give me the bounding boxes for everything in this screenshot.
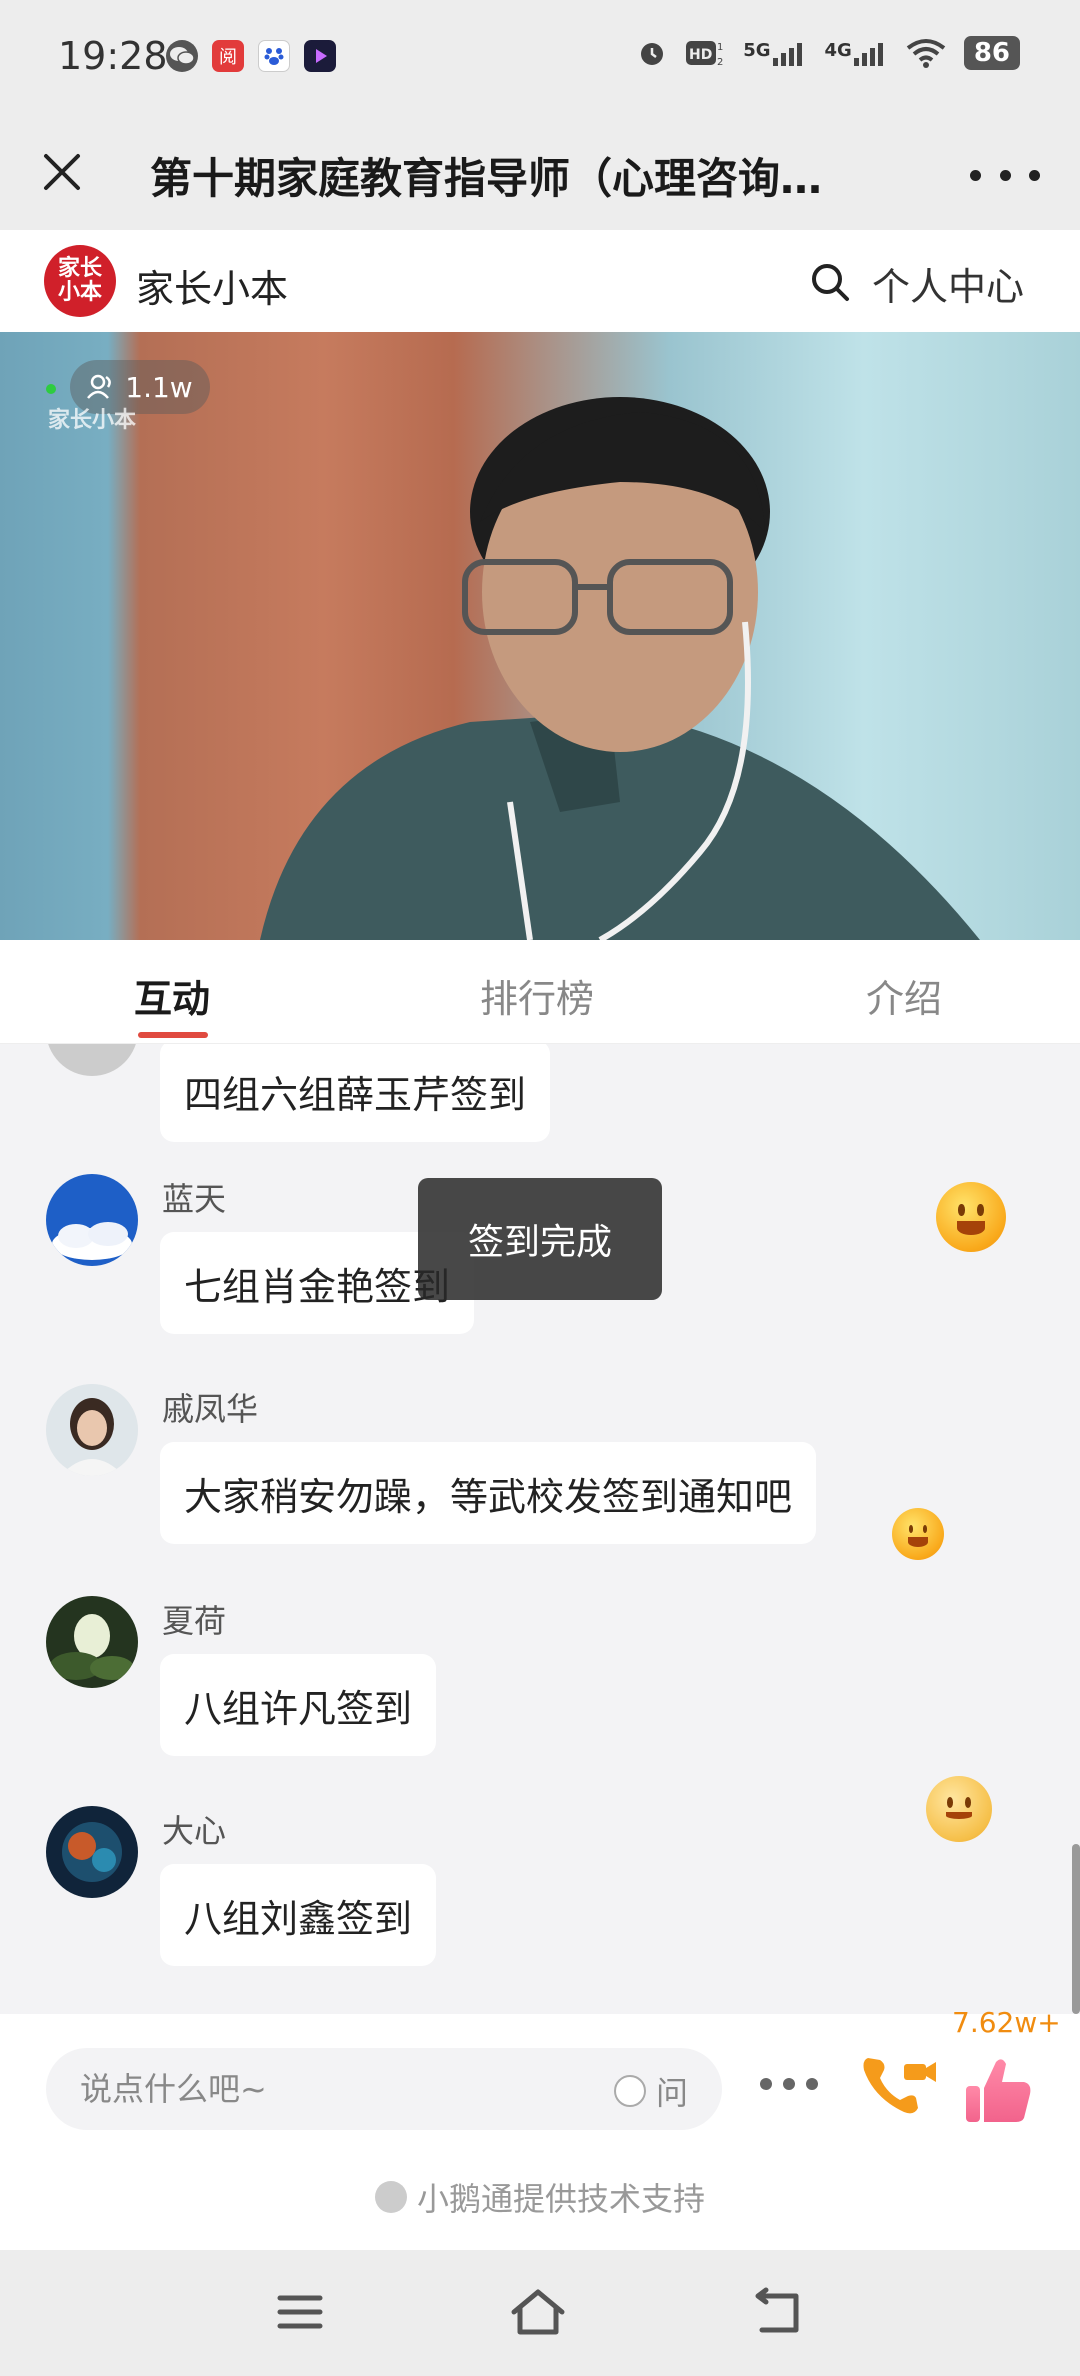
message-bubble: 大家稍安勿躁，等武校发签到通知吧 <box>160 1442 817 1544</box>
ask-question-toggle[interactable]: 问 <box>613 2068 688 2114</box>
hd-icon: HD 1 2 <box>686 41 724 68</box>
call-button[interactable] <box>858 2050 938 2120</box>
title-bar: 第十期家庭教育指导师（心理咨询… <box>0 115 1080 230</box>
video-watermark: 家长小本 <box>48 408 137 433</box>
chat-message: 夏荷 八组许凡签到 <box>0 1596 1080 1796</box>
chat-message: 大心 八组刘鑫签到 <box>0 1806 1080 2006</box>
chat-scrollbar[interactable] <box>1072 1844 1080 2014</box>
search-button[interactable] <box>808 260 852 304</box>
xiaoe-logo-icon <box>374 2181 407 2213</box>
tech-support-text: 小鹅通提供技术支持 <box>416 2180 705 2218</box>
svg-text:1: 1 <box>717 42 723 53</box>
tab-interaction[interactable]: 互动 <box>134 968 210 1023</box>
avatar[interactable] <box>46 1384 138 1476</box>
presenter-image <box>260 397 980 940</box>
smile-emoji-icon <box>936 1182 1006 1252</box>
tech-support-note: 小鹅通提供技术支持 <box>0 2174 1080 2220</box>
battery-level: 86 <box>963 36 1020 70</box>
close-button[interactable] <box>30 140 94 204</box>
like-button[interactable] <box>962 2054 1034 2126</box>
sender-name: 大心 <box>162 1812 227 1850</box>
personal-center-link[interactable]: 个人中心 <box>872 256 1024 311</box>
more-dot <box>760 2078 772 2090</box>
signal-5g-label: 5G <box>743 40 771 61</box>
back-nav-button[interactable] <box>750 2286 806 2338</box>
comment-input-box[interactable]: 问 <box>46 2048 722 2130</box>
active-tab-indicator <box>138 1032 208 1038</box>
svg-text:2: 2 <box>717 57 723 68</box>
thumbs-up-icon <box>966 2059 1031 2122</box>
message-bubble: 四组六组薛玉芹签到 <box>160 1044 551 1142</box>
wifi-icon <box>906 39 946 68</box>
alarm-icon <box>641 43 664 65</box>
tab-bar: 互动 排行榜 介绍 <box>0 940 1080 1044</box>
search-icon <box>812 264 849 301</box>
message-bubble: 八组许凡签到 <box>160 1654 437 1756</box>
home-icon <box>511 2289 565 2335</box>
tab-introduction[interactable]: 介绍 <box>866 968 942 1023</box>
avatar[interactable] <box>46 1596 138 1688</box>
smile-emoji-icon <box>892 1508 944 1560</box>
menu-icon <box>277 2295 323 2329</box>
sender-name: 蓝天 <box>162 1180 227 1218</box>
video-app-icon <box>304 40 336 72</box>
status-indicators: HD 1 2 5G 4G 86 <box>637 36 1020 70</box>
message-bubble: 八组刘鑫签到 <box>160 1864 437 1966</box>
tab-leaderboard[interactable]: 排行榜 <box>480 968 594 1023</box>
back-icon <box>755 2287 799 2333</box>
more-menu-button[interactable] <box>970 145 1040 205</box>
brand-logo[interactable]: 家长 小本 <box>44 245 116 317</box>
live-video-player[interactable]: 1.1w 家长小本 <box>0 332 1080 940</box>
more-dot <box>1029 169 1040 181</box>
comment-input[interactable] <box>80 2048 600 2130</box>
viewers-icon <box>87 374 112 399</box>
chat-message: 四组六组薛玉芹签到 <box>0 1044 1080 1164</box>
more-dot <box>970 169 981 181</box>
status-app-icons: 阅 <box>166 40 336 72</box>
avatar[interactable] <box>46 1044 138 1076</box>
news-app-icon: 阅 <box>212 40 244 72</box>
status-time: 19:28 <box>58 34 168 78</box>
baidu-icon <box>258 40 290 72</box>
live-indicator <box>46 384 56 394</box>
more-dot <box>783 2078 795 2090</box>
more-actions-button[interactable] <box>760 2078 818 2092</box>
page-title: 第十期家庭教育指导师（心理咨询… <box>150 154 823 203</box>
status-bar: 19:28 阅 HD 1 2 5G 4G 86 <box>0 0 1080 115</box>
sender-name: 戚凤华 <box>162 1390 259 1428</box>
home-nav-button[interactable] <box>510 2286 566 2338</box>
toast-message: 签到完成 <box>418 1178 662 1300</box>
avatar[interactable] <box>46 1174 138 1266</box>
more-dot <box>806 2078 818 2090</box>
signal-5g-icon: 5G <box>743 40 806 66</box>
brand-bar: 家长 小本 家长小本 个人中心 <box>0 230 1080 332</box>
close-icon <box>44 154 80 190</box>
avatar[interactable] <box>46 1806 138 1898</box>
phone-call-icon <box>863 2058 936 2114</box>
system-nav-bar <box>0 2250 1080 2376</box>
ask-radio[interactable] <box>613 2075 646 2107</box>
ask-label: 问 <box>655 2074 688 2112</box>
signal-4g-icon: 4G <box>825 40 888 66</box>
brand-name[interactable]: 家长小本 <box>136 258 288 313</box>
like-count: 7.62w+ <box>952 2006 1061 2039</box>
menu-nav-button[interactable] <box>272 2286 328 2338</box>
svg-text:HD: HD <box>689 47 712 63</box>
signal-4g-label: 4G <box>824 40 852 61</box>
wechat-icon <box>166 40 198 72</box>
bottom-input-bar: 问 7.62w+ 小鹅通提供技术支持 <box>0 2006 1080 2250</box>
viewer-count: 1.1w <box>125 370 193 404</box>
sender-name: 夏荷 <box>162 1602 227 1640</box>
more-dot <box>999 169 1011 181</box>
